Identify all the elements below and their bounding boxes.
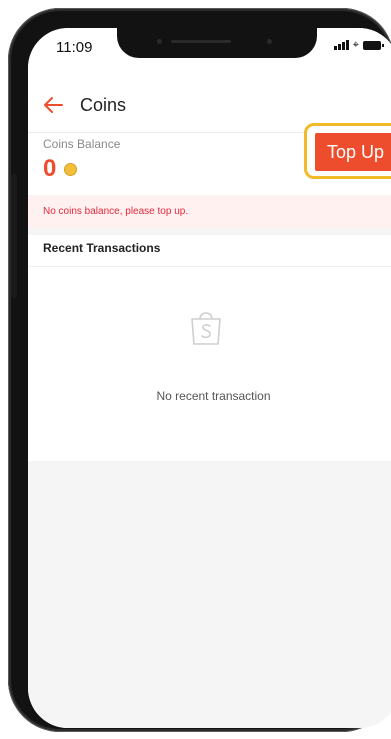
divider [28, 266, 391, 267]
arrow-left-icon[interactable] [42, 94, 64, 116]
page-title: Coins [80, 95, 127, 115]
camera-dot [267, 39, 272, 44]
battery-icon [363, 40, 384, 50]
balance-row: 0 [43, 155, 78, 183]
wifi-icon: ⌖ [352, 39, 359, 51]
status-bar: 11:09 ⌖ [28, 28, 391, 80]
phone-frame: 11:09 ⌖ Coins Coins Balance 0 Top Up No … [8, 8, 391, 732]
status-icons: ⌖ [333, 39, 384, 51]
top-up-highlight: Top Up [304, 123, 391, 179]
notice-bar: No coins balance, please top up. [28, 196, 391, 228]
empty-state-text: No recent transaction [156, 389, 271, 403]
volume-up-button [11, 174, 17, 244]
coin-icon [64, 162, 78, 176]
recent-title: Recent Transactions [43, 241, 161, 255]
recent-transactions-section: Recent Transactions No recent transactio… [28, 235, 391, 461]
screen: 11:09 ⌖ Coins Coins Balance 0 Top Up No … [28, 28, 391, 728]
speaker-grille [171, 40, 231, 43]
sensor-dot [157, 39, 162, 44]
balance-label: Coins Balance [43, 137, 121, 151]
top-up-button[interactable]: Top Up [315, 133, 391, 171]
empty-area [28, 461, 391, 728]
shopping-bag-icon [191, 312, 221, 345]
notch [117, 28, 317, 58]
notice-text: No coins balance, please top up. [43, 206, 189, 217]
status-time: 11:09 [56, 39, 93, 56]
signal-icon [333, 40, 349, 50]
balance-value: 0 [43, 155, 57, 182]
volume-down-button [11, 240, 17, 298]
